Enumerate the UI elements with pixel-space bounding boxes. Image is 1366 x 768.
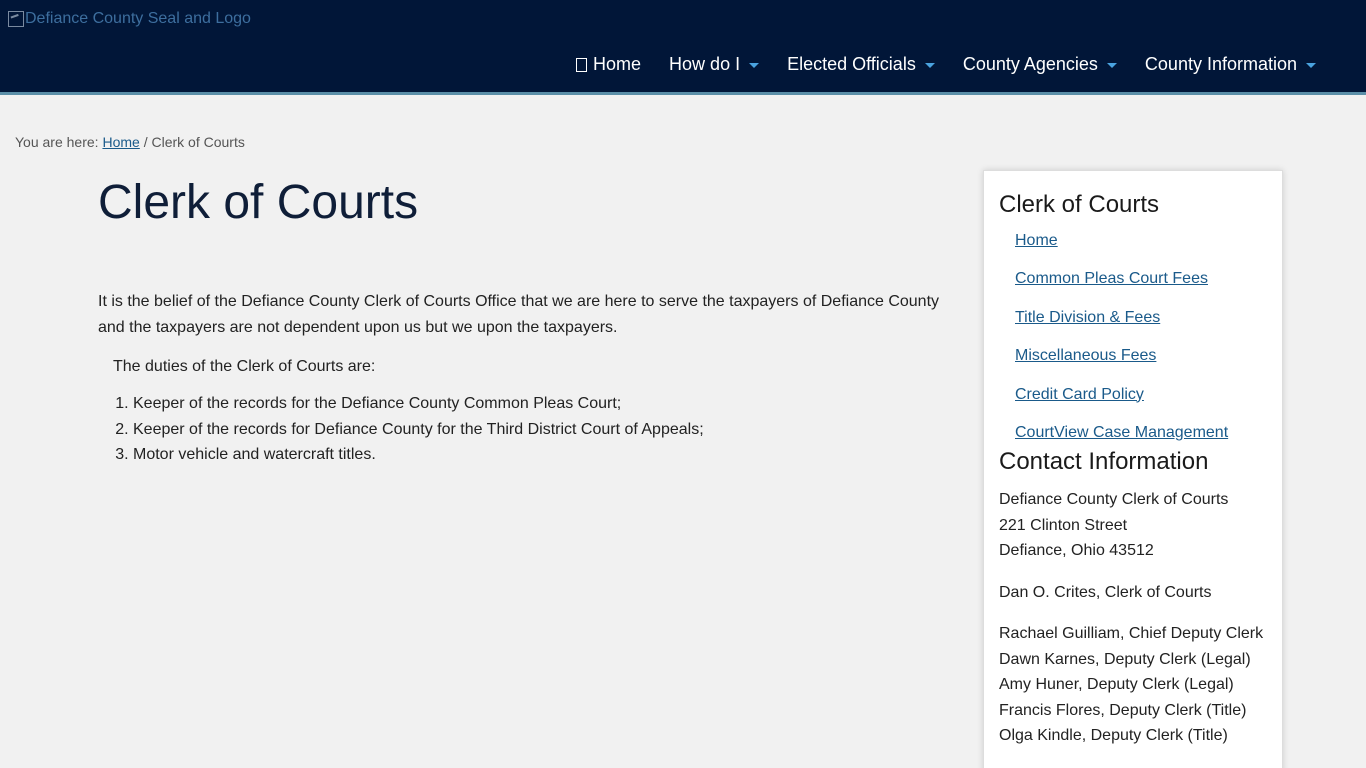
list-item: Title Division & Fees xyxy=(1015,308,1267,346)
contact-clerk: Dan O. Crites, Clerk of Courts xyxy=(999,580,1267,606)
sidebar-link-courtview[interactable]: CourtView Case Management xyxy=(1015,424,1228,441)
nav-how-do-i-label: How do I xyxy=(669,54,741,74)
site-logo-link[interactable]: Defiance County Seal and Logo xyxy=(8,10,251,28)
sidebar-links: Home Common Pleas Court Fees Title Divis… xyxy=(999,231,1267,461)
nav-elected-officials-label: Elected Officials xyxy=(787,54,916,74)
address-line: 221 Clinton Street xyxy=(999,516,1128,534)
nav-home-label: Home xyxy=(593,54,642,74)
nav-county-information[interactable]: County Information xyxy=(1145,54,1316,75)
nav-county-information-label: County Information xyxy=(1144,54,1297,74)
duties-list: Keeper of the records for the Defiance C… xyxy=(133,391,948,468)
staff-member: Dawn Karnes, Deputy Clerk (Legal) xyxy=(999,650,1251,668)
nav-county-agencies-label: County Agencies xyxy=(962,54,1098,74)
contact-address: Defiance County Clerk of Courts 221 Clin… xyxy=(999,487,1267,564)
staff-member: Francis Flores, Deputy Clerk (Title) xyxy=(999,701,1247,719)
caret-down-icon xyxy=(749,63,760,68)
site-header: Defiance County Seal and Logo Home How d… xyxy=(0,0,1366,95)
address-line: Defiance County Clerk of Courts xyxy=(999,491,1229,509)
breadcrumb-separator: / xyxy=(143,134,148,150)
list-item: Miscellaneous Fees xyxy=(1015,346,1267,384)
sidebar-link-common-pleas-fees[interactable]: Common Pleas Court Fees xyxy=(1015,270,1208,287)
home-icon xyxy=(576,57,588,72)
main-nav: Home How do I Elected Officials County A… xyxy=(576,54,1316,75)
staff-member: Olga Kindle, Deputy Clerk (Title) xyxy=(999,727,1228,745)
breadcrumb: You are here: Home / Clerk of Courts xyxy=(15,134,245,150)
page-title: Clerk of Courts xyxy=(98,176,419,229)
breadcrumb-home-link[interactable]: Home xyxy=(102,134,139,150)
breadcrumb-prefix: You are here: xyxy=(15,134,99,150)
list-item: Keeper of the records for Defiance Count… xyxy=(133,417,948,443)
clerk-name: Dan O. Crites, Clerk of Courts xyxy=(999,583,1212,601)
logo-alt-text: Defiance County Seal and Logo xyxy=(25,10,251,27)
sidebar-link-title-division[interactable]: Title Division & Fees xyxy=(1015,309,1160,326)
nav-how-do-i[interactable]: How do I xyxy=(669,54,760,75)
contact-title: Contact Information xyxy=(999,448,1209,476)
list-item: Common Pleas Court Fees xyxy=(1015,269,1267,307)
sidebar-link-credit-card-policy[interactable]: Credit Card Policy xyxy=(1015,386,1144,403)
intro-paragraph: It is the belief of the Defiance County … xyxy=(98,293,940,336)
nav-elected-officials[interactable]: Elected Officials xyxy=(787,54,935,75)
address-line: Defiance, Ohio 43512 xyxy=(999,542,1154,560)
sidebar-title: Clerk of Courts xyxy=(999,191,1160,218)
list-item: Keeper of the records for the Defiance C… xyxy=(133,391,948,417)
list-item: Home xyxy=(1015,231,1267,269)
sidebar-link-home[interactable]: Home xyxy=(1015,232,1058,249)
broken-image-icon xyxy=(8,11,24,27)
nav-home[interactable]: Home xyxy=(576,54,641,75)
staff-member: Rachael Guilliam, Chief Deputy Clerk xyxy=(999,625,1264,643)
caret-down-icon xyxy=(1106,63,1117,68)
nav-county-agencies[interactable]: County Agencies xyxy=(963,54,1117,75)
list-item: Credit Card Policy xyxy=(1015,385,1267,423)
sidebar-link-misc-fees[interactable]: Miscellaneous Fees xyxy=(1015,347,1156,364)
sidebar: Clerk of Courts Home Common Pleas Court … xyxy=(983,170,1283,768)
contact-staff: Rachael Guilliam, Chief Deputy Clerk Daw… xyxy=(999,621,1267,749)
caret-down-icon xyxy=(1306,63,1316,68)
caret-down-icon xyxy=(924,63,935,68)
main-content: Clerk of Courts It is the belief of the … xyxy=(98,175,948,468)
duties-intro: The duties of the Clerk of Courts are: xyxy=(113,358,376,375)
list-item: Motor vehicle and watercraft titles. xyxy=(133,442,948,468)
staff-member: Amy Huner, Deputy Clerk (Legal) xyxy=(999,676,1234,694)
breadcrumb-current: Clerk of Courts xyxy=(151,134,245,150)
